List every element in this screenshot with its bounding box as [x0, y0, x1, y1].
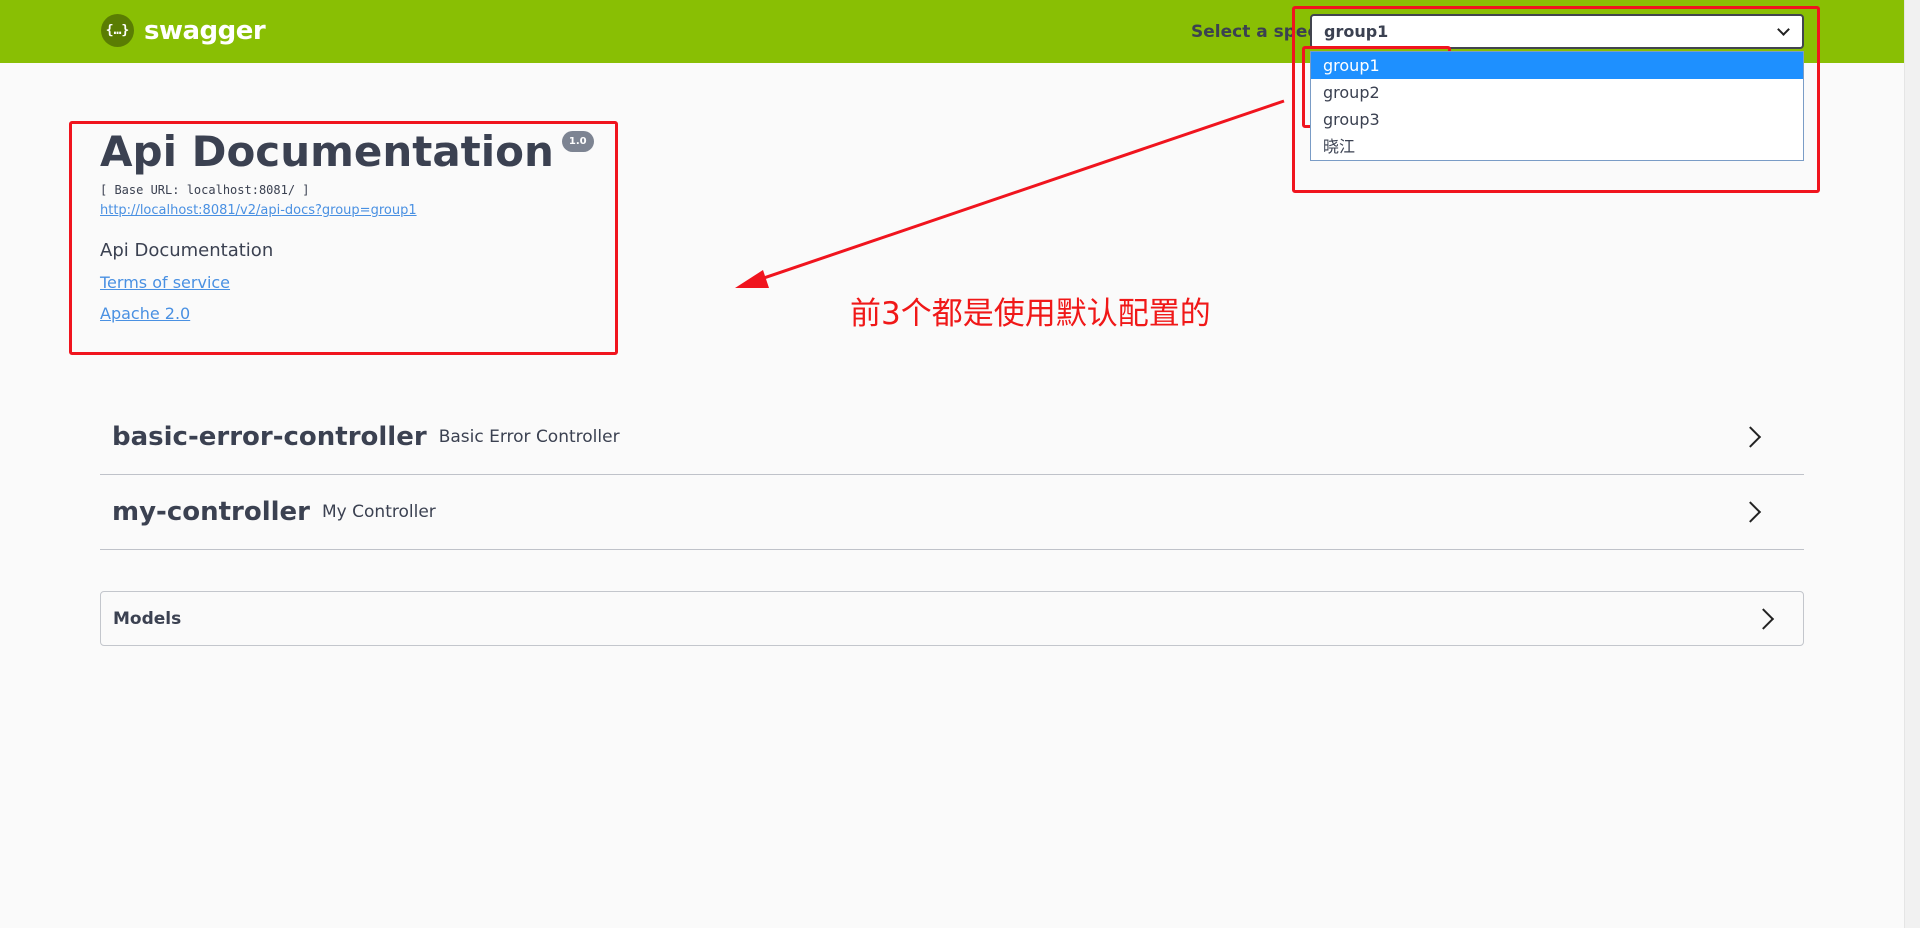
terms-of-service-link[interactable]: Terms of service: [100, 273, 620, 292]
tag-my-controller[interactable]: my-controller My Controller: [100, 475, 1804, 550]
base-url: [ Base URL: localhost:8081/ ]: [100, 183, 310, 197]
tag-name: my-controller: [112, 497, 311, 527]
spec-option-group2[interactable]: group2: [1311, 79, 1803, 106]
title-row: Api Documentation 1.0: [100, 125, 620, 179]
spec-select-value: group1: [1324, 22, 1389, 41]
api-info: Api Documentation 1.0 [ Base URL: localh…: [100, 125, 620, 323]
swagger-logo-icon: {…}: [101, 14, 134, 47]
models-label: Models: [113, 608, 182, 629]
chevron-right-icon: [1752, 607, 1775, 630]
page-title: Api Documentation: [100, 127, 554, 176]
spec-option-group3[interactable]: group3: [1311, 106, 1803, 133]
spec-dropdown-list: group1 group2 group3 晓江: [1310, 51, 1804, 161]
spec-option-group1[interactable]: group1: [1311, 52, 1803, 79]
version-badge: 1.0: [561, 131, 594, 152]
swagger-logo[interactable]: {…} swagger: [101, 14, 266, 47]
annotation-text: 前3个都是使用默认配置的: [850, 296, 1211, 332]
tag-description: Basic Error Controller: [438, 427, 620, 447]
tag-basic-error-controller[interactable]: basic-error-controller Basic Error Contr…: [100, 400, 1804, 475]
tag-description: My Controller: [322, 502, 436, 522]
spec-url-link[interactable]: http://localhost:8081/v2/api-docs?group=…: [100, 203, 417, 218]
spec-select-label: Select a spec: [1191, 22, 1318, 42]
license-link[interactable]: Apache 2.0: [100, 304, 620, 323]
chevron-down-icon: [1777, 23, 1790, 36]
spec-select[interactable]: group1: [1310, 14, 1804, 49]
swagger-logo-text: swagger: [144, 15, 266, 46]
tag-name: basic-error-controller: [112, 422, 427, 452]
page-scrollbar[interactable]: [1904, 0, 1920, 928]
api-description: Api Documentation: [100, 240, 274, 261]
chevron-right-icon: [1739, 501, 1762, 523]
chevron-right-icon: [1739, 426, 1762, 448]
models-section[interactable]: Models: [100, 591, 1804, 646]
spec-option-xiaojiang[interactable]: 晓江: [1311, 133, 1803, 160]
